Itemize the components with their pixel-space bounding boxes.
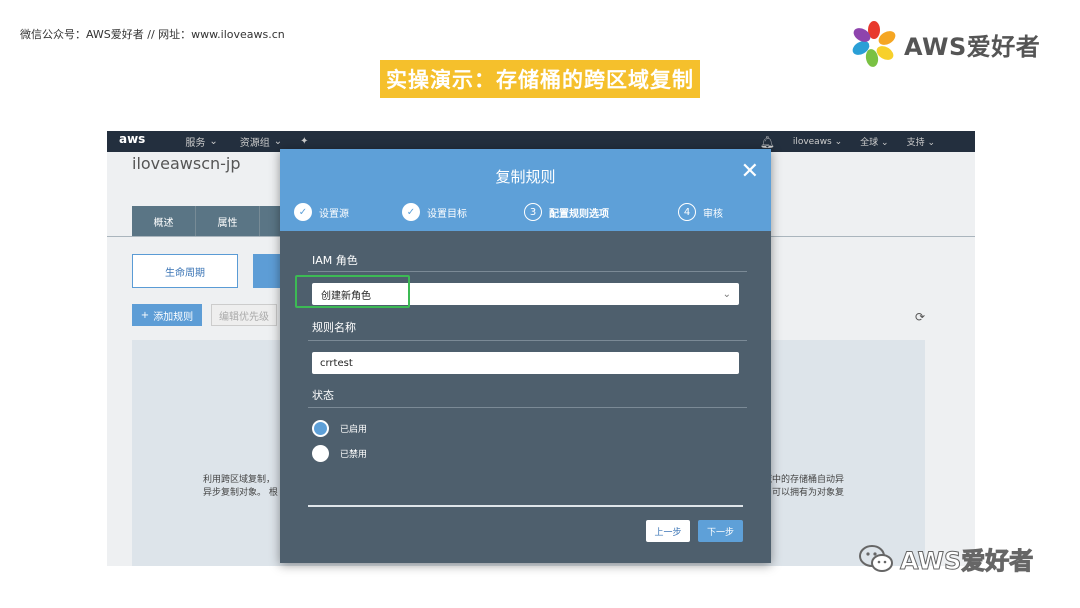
support-label: 支持 [906,138,925,148]
bell-icon[interactable]: 🔔︎ [760,135,775,149]
divider [308,407,747,408]
footer-divider [308,505,743,507]
resource-groups-menu[interactable]: 资源组 ⌄ [240,134,282,149]
bucket-name: iloveawscn-jp [132,154,241,173]
lifecycle-tab[interactable]: 生命周期 [132,254,238,288]
edit-priority-button[interactable]: 编辑优先级 [211,304,277,326]
brand-logo: AWS爱好者 [850,20,1040,68]
modal-title: 复制规则 [495,168,556,186]
iam-role-label: IAM 角色 [312,254,358,267]
refresh-icon[interactable]: ⟳ [915,310,925,324]
description-left: 利用跨区域复制， 异步复制对象。 根 [203,474,278,500]
step-label: 配置规则选项 [549,208,609,220]
tab-properties[interactable]: 属性 [196,206,260,236]
status-label: 状态 [312,389,334,402]
region-label: 全球 [860,138,879,148]
step-label: 设置目标 [427,208,467,220]
slide-title: 实操演示：存储桶的跨区域复制 [380,60,700,98]
radio-selected-icon[interactable] [312,420,329,437]
support-menu[interactable]: 支持 ⌄ [907,135,935,148]
rule-name-input[interactable]: crrtest [312,352,739,374]
logo-text: AWS爱好者 [904,32,1041,61]
step-set-source[interactable]: ✓ 设置源 [294,203,402,221]
step-set-destination[interactable]: ✓ 设置目标 [402,203,524,221]
pin-icon[interactable]: ✦ [300,136,308,147]
modal-header: 复制规则 ✕ ✓ 设置源 ✓ 设置目标 3 配置规则选项 4 审核 [280,149,771,231]
previous-button[interactable]: 上一步 [646,520,690,542]
slide-header-text: 微信公众号：AWS爱好者 // 网址：www.iloveaws.cn [20,28,285,41]
aws-logo[interactable]: aws [119,132,145,146]
check-circle-icon: ✓ [402,203,420,221]
step-label: 设置源 [319,208,349,220]
description-right: 域中的存储桶自动异 户可以拥有为对象复 [763,474,844,500]
account-menu[interactable]: iloveaws ⌄ [793,137,842,147]
step-number-icon: 3 [524,203,542,221]
services-menu[interactable]: 服务 ⌄ [185,134,217,149]
chevron-down-icon: ⌄ [209,136,218,147]
region-menu[interactable]: 全球 ⌄ [860,135,888,148]
wechat-watermark: AWS爱好者 [858,541,1034,576]
close-icon[interactable]: ✕ [741,161,759,183]
radio-unselected-icon[interactable] [312,445,329,462]
account-label: iloveaws [792,136,832,147]
status-enabled-label: 已启用 [340,425,368,435]
status-disabled-option[interactable]: 已禁用 [312,445,367,462]
divider [308,271,747,272]
add-rule-label: 添加规则 [153,311,194,323]
services-label: 服务 [185,138,206,149]
step-configure-options[interactable]: 3 配置规则选项 [524,203,678,221]
resource-groups-label: 资源组 [239,138,270,149]
description-line: 域中的存储桶自动异 [763,475,845,485]
status-disabled-label: 已禁用 [340,450,368,460]
add-rule-button[interactable]: + 添加规则 [132,304,202,326]
step-number-icon: 4 [678,203,696,221]
description-line: 利用跨区域复制， [203,475,276,485]
description-line: 异步复制对象。 根 [203,488,278,498]
highlight-box [295,275,410,308]
wechat-icon [859,544,893,572]
step-label: 审核 [703,208,723,220]
plus-icon: + [140,309,150,321]
flower-logo-icon [852,21,896,67]
watermark-text: AWS爱好者 [899,547,1034,576]
chevron-down-icon: ⌄ [273,136,283,147]
replication-rule-modal: 复制规则 ✕ ✓ 设置源 ✓ 设置目标 3 配置规则选项 4 审核 IAM 角色 [280,149,771,563]
divider [308,340,747,341]
next-button[interactable]: 下一步 [698,520,743,542]
tab-overview[interactable]: 概述 [132,206,196,236]
chevron-down-icon: ⌄ [722,288,731,300]
description-line: 户可以拥有为对象复 [763,488,845,498]
nav-right-group: 🔔︎ iloveaws ⌄ 全球 ⌄ 支持 ⌄ [760,135,935,149]
wizard-steps: ✓ 设置源 ✓ 设置目标 3 配置规则选项 4 审核 [294,203,757,221]
status-enabled-option[interactable]: 已启用 [312,420,367,437]
step-review[interactable]: 4 审核 [678,203,723,221]
rule-name-label: 规则名称 [312,321,356,334]
check-circle-icon: ✓ [294,203,312,221]
